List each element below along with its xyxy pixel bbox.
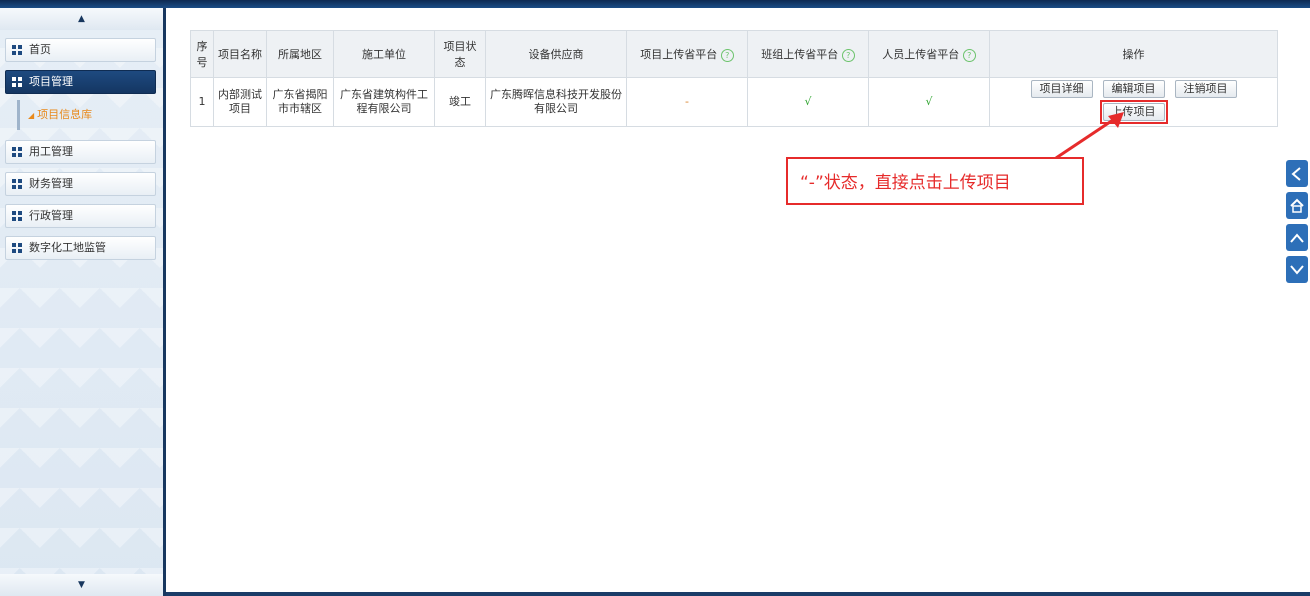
sidebar: ▲ 首页 项目管理 ◢项目信息库 用工管理 财务管理 行政管理 数字化工地监管: [0, 8, 166, 596]
grid-icon: [12, 77, 22, 87]
floating-nav: [1286, 160, 1308, 288]
grid-icon: [12, 45, 22, 55]
triangle-marker-icon: ◢: [28, 111, 35, 120]
question-circle-icon[interactable]: ?: [720, 48, 734, 62]
sidebar-item-digital-site[interactable]: 数字化工地监管: [5, 236, 156, 260]
sidebar-item-label: 首页: [29, 43, 51, 56]
chevron-up-icon[interactable]: [1286, 224, 1308, 251]
edit-project-button[interactable]: 编辑项目: [1102, 80, 1165, 98]
col-status: 项目状态: [434, 30, 486, 78]
project-detail-button[interactable]: 项目详细: [1030, 80, 1093, 98]
question-circle-icon[interactable]: ?: [841, 48, 855, 62]
sidebar-item-label: 数字化工地监管: [29, 241, 106, 254]
sidebar-item-admin[interactable]: 行政管理: [5, 204, 156, 228]
scroll-down-button[interactable]: ▼: [0, 574, 163, 596]
sidebar-subitem-label: 项目信息库: [37, 108, 93, 121]
sidebar-item-labor[interactable]: 用工管理: [5, 140, 156, 164]
home-icon[interactable]: [1286, 192, 1308, 219]
triangle-up-icon: ▲: [78, 14, 85, 24]
col-team-upload-label: 班组上传省平台: [761, 48, 839, 61]
col-region: 所属地区: [266, 30, 334, 78]
cell-actions: 项目详细 编辑项目 注销项目 上传项目: [989, 77, 1278, 127]
cell-contractor: 广东省建筑构件工程有限公司: [333, 77, 435, 127]
sidebar-item-home[interactable]: 首页: [5, 38, 156, 62]
question-circle-icon[interactable]: ?: [962, 48, 976, 62]
cell-staff-upload: √: [868, 77, 990, 127]
cell-name: 内部测试项目: [213, 77, 267, 127]
annotation-callout: “-”状态，直接点击上传项目: [786, 157, 1084, 205]
cell-supplier: 广东腾晖信息科技开发股份有限公司: [485, 77, 627, 127]
cancel-project-button[interactable]: 注销项目: [1174, 80, 1237, 98]
scroll-up-button[interactable]: ▲: [0, 8, 163, 30]
chevron-down-icon[interactable]: [1286, 256, 1308, 283]
cell-team-upload: √: [747, 77, 869, 127]
col-staff-upload: 人员上传省平台 ?: [868, 30, 990, 78]
chevron-left-icon[interactable]: [1286, 160, 1308, 187]
sidebar-item-label: 用工管理: [29, 145, 73, 158]
bottom-border: [166, 592, 1310, 596]
triangle-down-icon: ▼: [78, 580, 85, 590]
col-staff-upload-label: 人员上传省平台: [882, 48, 960, 61]
cell-project-upload: -: [626, 77, 748, 127]
sidebar-item-finance[interactable]: 财务管理: [5, 172, 156, 196]
sidebar-item-label: 行政管理: [29, 209, 73, 222]
cell-index: 1: [190, 77, 214, 127]
cell-region: 广东省揭阳市市辖区: [266, 77, 334, 127]
grid-icon: [12, 243, 22, 253]
sidebar-item-project-management[interactable]: 项目管理: [5, 70, 156, 94]
col-team-upload: 班组上传省平台 ?: [747, 30, 869, 78]
grid-icon: [12, 179, 22, 189]
col-index: 序号: [190, 30, 214, 78]
cell-status: 竣工: [434, 77, 486, 127]
top-banner: [0, 0, 1310, 8]
col-project-upload: 项目上传省平台 ?: [626, 30, 748, 78]
sidebar-menu: 首页 项目管理 ◢ 项目信息库 用工管理 财务管理 行政管理 数字化工地监管: [5, 38, 156, 268]
sidebar-item-label: 项目管理: [29, 75, 73, 88]
col-actions: 操作: [989, 30, 1278, 78]
main-panel: 序号 项目名称 所属地区 施工单位 项目状态 设备供应商 项目上传省平台 ? 班…: [166, 8, 1310, 592]
table-header-row: 序号 项目名称 所属地区 施工单位 项目状态 设备供应商 项目上传省平台 ? 班…: [190, 30, 1278, 78]
sidebar-subitem-project-library[interactable]: ◢ 项目信息库: [17, 100, 156, 130]
col-contractor: 施工单位: [333, 30, 435, 78]
col-supplier: 设备供应商: [485, 30, 627, 78]
col-name: 项目名称: [213, 30, 267, 78]
col-project-upload-label: 项目上传省平台: [640, 48, 718, 61]
grid-icon: [12, 147, 22, 157]
sidebar-item-label: 财务管理: [29, 177, 73, 190]
annotation-arrow-icon: [1055, 112, 1124, 160]
grid-icon: [12, 211, 22, 221]
